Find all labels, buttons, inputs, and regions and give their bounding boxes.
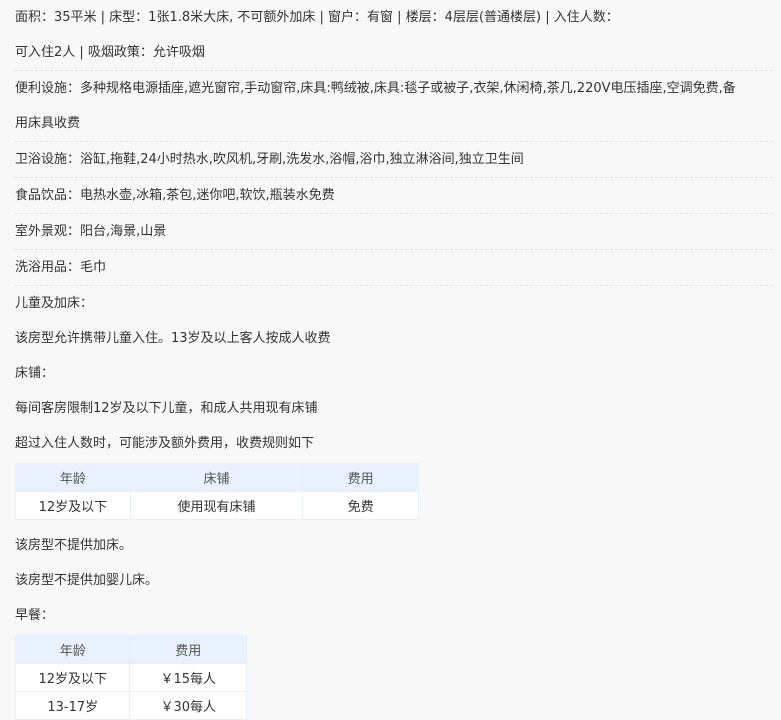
room-info-line-1: 面积：35平米 | 床型：1张1.8米大床, 不可额外加床 | 窗户：有窗 | … <box>15 10 619 25</box>
bed-extra-fee-text: 超过入住人数时，可能涉及额外费用，收费规则如下 <box>15 436 315 451</box>
bed-limit-text: 每间客房限制12岁及以下儿童，和成人共用现有床铺 <box>15 401 318 416</box>
header-age: 年龄 <box>15 463 131 492</box>
room-policy-panel: 面积：35平米 | 床型：1张1.8米大床, 不可额外加床 | 窗户：有窗 | … <box>0 0 781 720</box>
breakfast-heading: 早餐： <box>15 608 55 623</box>
header-fee: 费用 <box>129 635 247 664</box>
outdoor-view: 室外景观：阳台,海景,山景 <box>15 214 773 250</box>
table-row: 12岁及以下 使用现有床铺 免费 <box>15 491 419 520</box>
bed-heading: 床铺： <box>15 366 55 381</box>
no-crib-text: 该房型不提供加婴儿床。 <box>15 573 159 588</box>
cell-age: 13-17岁 <box>14 691 131 720</box>
cell-bed: 使用现有床铺 <box>129 491 304 520</box>
breakfast-fee-table: 年龄 费用 12岁及以下 ￥15每人 13-17岁 ￥30每人 <box>14 635 247 720</box>
cell-fee: ￥30每人 <box>129 691 247 720</box>
cell-fee: ￥15每人 <box>129 663 247 692</box>
children-heading: 儿童及加床： <box>15 296 94 311</box>
table-row: 13-17岁 ￥30每人 <box>14 691 247 720</box>
header-fee: 费用 <box>302 463 419 492</box>
header-bed: 床铺 <box>129 463 304 492</box>
toiletries: 洗浴用品：毛巾 <box>15 250 773 286</box>
cell-age: 12岁及以下 <box>15 491 131 520</box>
cell-fee: 免费 <box>302 491 419 520</box>
header-age: 年龄 <box>14 635 131 664</box>
convenience-facilities-line-1: 便利设施：多种规格电源插座,遮光窗帘,手动窗帘,床具:鸭绒被,床具:毯子或被子,… <box>15 81 736 96</box>
cell-age: 12岁及以下 <box>14 663 131 692</box>
room-info-line-2: 可入住2人 | 吸烟政策：允许吸烟 <box>15 35 773 71</box>
table-header-row: 年龄 床铺 费用 <box>15 463 419 492</box>
bed-fee-table: 年龄 床铺 费用 12岁及以下 使用现有床铺 免费 <box>15 463 419 520</box>
bathroom-facilities: 卫浴设施：浴缸,拖鞋,24小时热水,吹风机,牙刷,洗发水,浴帽,浴巾,独立淋浴间… <box>15 142 773 178</box>
children-policy: 该房型允许携带儿童入住。13岁及以上客人按成人收费 <box>15 331 331 346</box>
food-drink-facilities: 食品饮品：电热水壶,冰箱,茶包,迷你吧,软饮,瓶装水免费 <box>15 178 773 214</box>
table-row: 12岁及以下 ￥15每人 <box>14 663 247 692</box>
table-header-row: 年龄 费用 <box>14 635 247 664</box>
convenience-facilities-line-2: 用床具收费 <box>15 106 773 142</box>
no-extra-bed-text: 该房型不提供加床。 <box>15 538 133 553</box>
